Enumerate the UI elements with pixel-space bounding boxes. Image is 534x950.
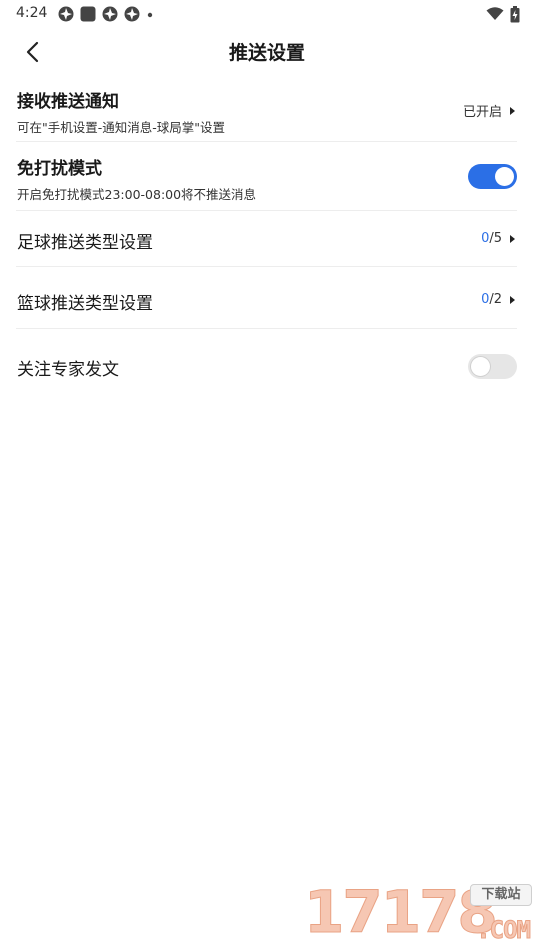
setting-receive-push[interactable]: 接收推送通知 可在"手机设置-通知消息-球局掌"设置 已开启 (16, 80, 517, 142)
basketball-total-count: /2 (489, 292, 502, 307)
setting-basketball-push-types[interactable]: 篮球推送类型设置 0/2 (16, 267, 517, 329)
toggle-knob (471, 357, 490, 376)
aperture-icon (124, 6, 140, 22)
setting-title: 关注专家发文 (17, 360, 119, 380)
basketball-count[interactable]: 0/2 (481, 292, 515, 307)
settings-list: 接收推送通知 可在"手机设置-通知消息-球局掌"设置 已开启 免打扰模式 开启免… (16, 80, 517, 405)
watermark-domain: .COM (476, 916, 532, 945)
aperture-icon (58, 6, 74, 22)
wifi-icon (486, 7, 504, 20)
setting-title: 接收推送通知 (17, 92, 119, 112)
status-time: 4:24 (16, 5, 48, 21)
dnd-toggle[interactable] (468, 164, 517, 189)
setting-subtitle: 开启免打扰模式23:00-08:00将不推送消息 (17, 187, 257, 202)
setting-do-not-disturb: 免打扰模式 开启免打扰模式23:00-08:00将不推送消息 (16, 142, 517, 211)
page-title: 推送设置 (228, 42, 305, 64)
setting-subtitle: 可在"手机设置-通知消息-球局掌"设置 (17, 120, 226, 135)
toggle-knob (495, 167, 514, 186)
status-bar: 4:24 (0, 0, 534, 28)
watermark-digits: 17178 (304, 878, 499, 947)
push-status-link[interactable]: 已开启 (463, 101, 515, 120)
square-app-icon (80, 6, 96, 22)
setting-title: 免打扰模式 (17, 159, 102, 179)
battery-icon (510, 5, 520, 22)
status-system-icons (486, 5, 520, 23)
expert-toggle[interactable] (468, 354, 517, 379)
status-notification-icons (58, 5, 154, 23)
site-watermark: 17178 下载站 .COM (304, 878, 534, 950)
nav-bar: 推送设置 (0, 28, 534, 74)
football-count[interactable]: 0/5 (481, 231, 515, 246)
watermark-badge: 下载站 (470, 884, 532, 906)
football-total-count: /5 (489, 231, 502, 246)
caret-right-icon (510, 295, 515, 304)
setting-follow-expert-posts: 关注专家发文 (16, 329, 517, 405)
setting-title: 足球推送类型设置 (17, 233, 153, 253)
dot-icon (147, 12, 153, 18)
setting-football-push-types[interactable]: 足球推送类型设置 0/5 (16, 211, 517, 267)
setting-title: 篮球推送类型设置 (17, 294, 153, 314)
caret-right-icon (510, 234, 515, 243)
push-status-value: 已开启 (462, 105, 502, 120)
caret-right-icon (510, 106, 515, 115)
aperture-icon (102, 6, 118, 22)
